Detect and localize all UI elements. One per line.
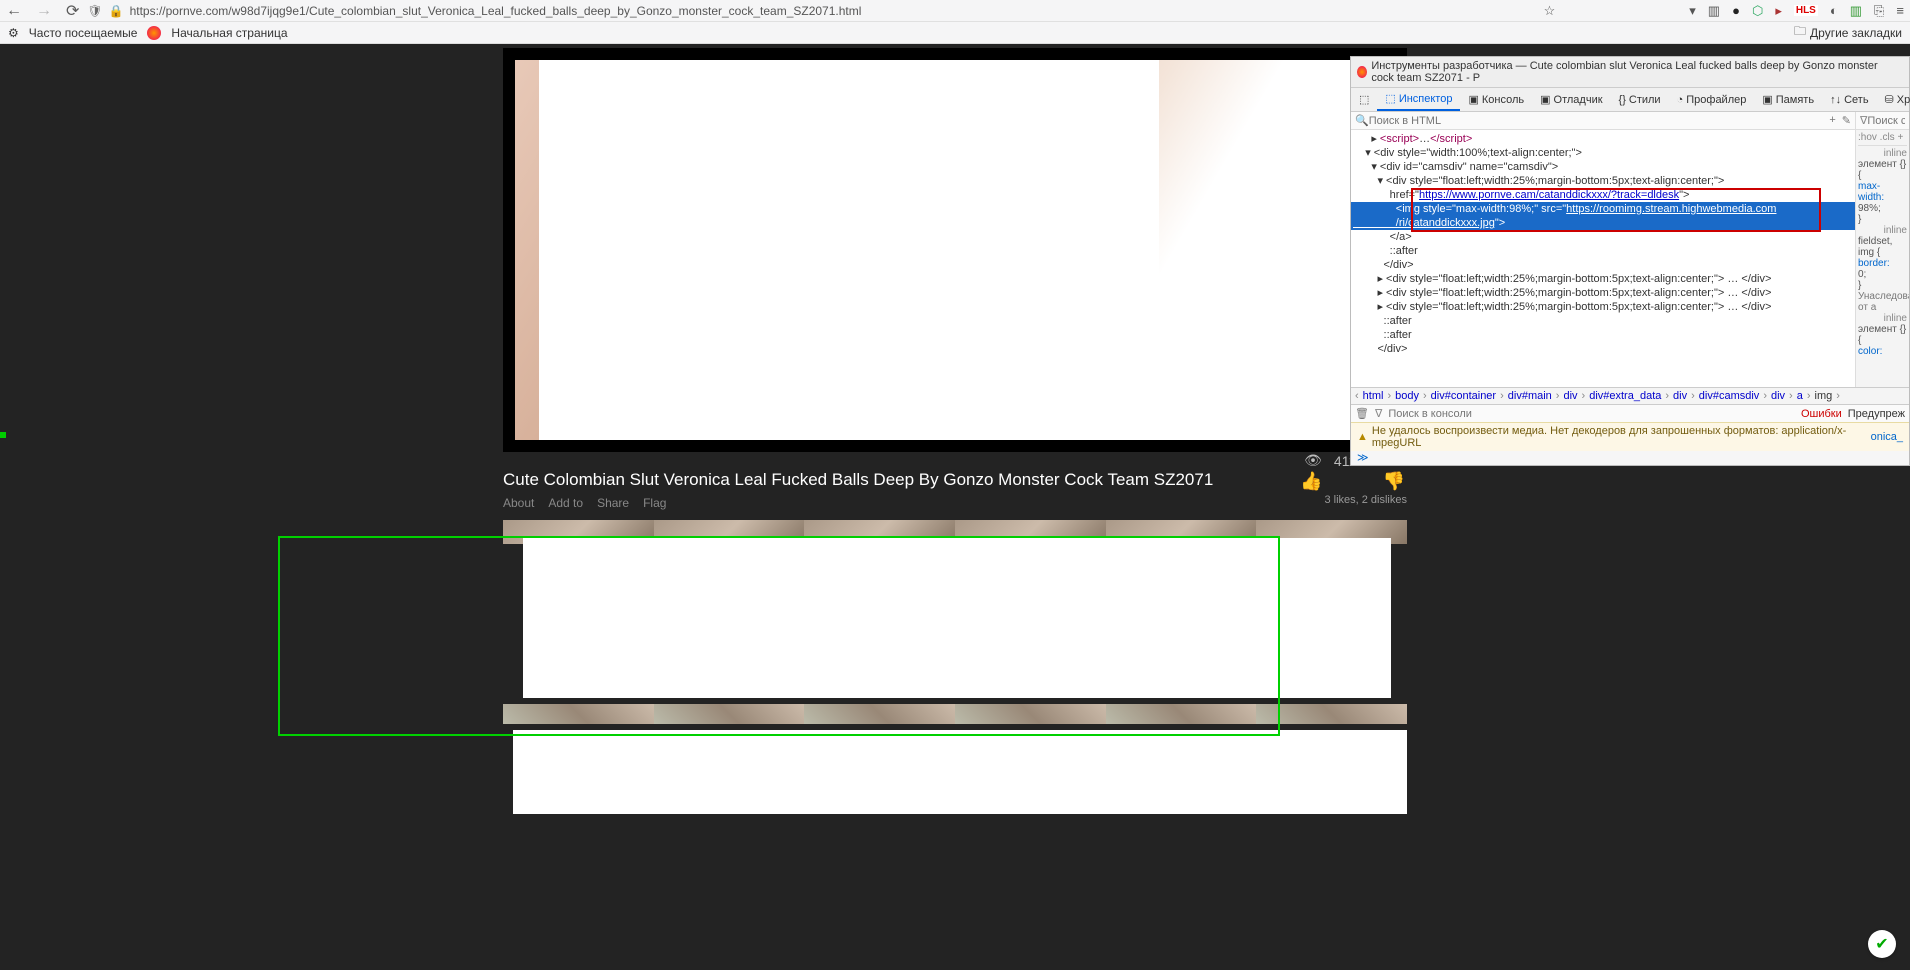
devtools-tabs: ⬚ ⬚ Инспектор ▣ Консоль ▣ Отладчик {} Ст… xyxy=(1351,88,1909,112)
shield-check-icon: ✔ xyxy=(1875,934,1888,954)
trash-icon[interactable]: 🗑 xyxy=(1355,407,1369,420)
devtools-title-text: Инструменты разработчика — Cute colombia… xyxy=(1371,60,1903,84)
tab-debugger[interactable]: ▣ Отладчик xyxy=(1532,89,1610,110)
dom-tree[interactable]: ▸ <script>…</script> ▾ <div style="width… xyxy=(1351,130,1855,387)
bookmarks-bar: ⚙ Часто посещаемые Начальная страница 🗀 … xyxy=(0,22,1910,44)
folder-icon: 🗀 xyxy=(1794,22,1806,43)
thumbs-up-icon[interactable]: 👍 xyxy=(1300,471,1322,492)
styles-filter-input[interactable] xyxy=(1867,115,1905,127)
link-share[interactable]: Share xyxy=(597,496,629,510)
console-prompt[interactable]: ≫ xyxy=(1351,451,1909,465)
bookmark-freq[interactable]: Часто посещаемые xyxy=(29,26,138,40)
ext5-icon[interactable]: ▥ xyxy=(1850,3,1862,19)
bookmark-start[interactable]: Начальная страница xyxy=(171,26,287,40)
ad-overlay-3[interactable] xyxy=(513,730,1407,814)
tab-styles[interactable]: {} Стили xyxy=(1611,90,1669,110)
console-filter-row: 🗑 ∇ Ошибки Предупреж xyxy=(1351,404,1909,422)
crumb-right-icon[interactable]: › xyxy=(1836,390,1840,402)
filter-icon: ∇ xyxy=(1375,407,1382,420)
eye-icon: 👁 xyxy=(1304,452,1322,469)
reload-icon[interactable]: ⟳ xyxy=(66,1,79,21)
tab-storage[interactable]: ⛁ Хранил xyxy=(1877,89,1910,110)
tab-profiler[interactable]: ◔ Профайлер xyxy=(1669,90,1755,110)
styles-pane[interactable]: :hov .cls + inline элемент {} { max- wid… xyxy=(1855,130,1909,387)
video-title: Cute Colombian Slut Veronica Leal Fucked… xyxy=(503,452,1213,494)
warning-text: Не удалось воспроизвести медиа. Нет деко… xyxy=(1372,425,1867,449)
html-search-input[interactable] xyxy=(1369,115,1830,127)
add-icon[interactable]: + xyxy=(1829,114,1835,127)
ext3-icon[interactable]: ▸ xyxy=(1775,3,1782,19)
gear-icon[interactable]: ⚙ xyxy=(8,26,19,40)
warning-source-link[interactable]: onica_ xyxy=(1871,431,1903,443)
hls-badge[interactable]: HLS xyxy=(1794,5,1818,16)
search-icon: 🔍 xyxy=(1355,114,1369,127)
console-warning: ▲ Не удалось воспроизвести медиа. Нет де… xyxy=(1351,422,1909,451)
devtools-panel: Инструменты разработчика — Cute colombia… xyxy=(1350,56,1910,466)
menu-icon[interactable]: ≡ xyxy=(1896,3,1904,18)
bookmark-other[interactable]: Другие закладки xyxy=(1810,26,1902,40)
firefox-icon xyxy=(1357,66,1367,78)
video-player-frame xyxy=(503,48,1407,452)
link-flag[interactable]: Flag xyxy=(643,496,666,510)
tab-network[interactable]: ↑↓ Сеть xyxy=(1822,90,1876,110)
filter-icon: ∇ xyxy=(1860,114,1867,127)
warnings-toggle[interactable]: Предупреж xyxy=(1848,408,1905,420)
adblock-badge[interactable]: ✔ xyxy=(1868,930,1896,958)
related-strip-2 xyxy=(503,704,1407,724)
errors-toggle[interactable]: Ошибки xyxy=(1801,408,1842,420)
back-icon[interactable]: ← xyxy=(6,2,22,20)
ext6-icon[interactable]: ⎘ xyxy=(1874,3,1884,19)
pocket-icon[interactable]: ▾ xyxy=(1689,3,1696,19)
likes-text: 3 likes, 2 dislikes xyxy=(1300,494,1407,506)
ad-overlay-1[interactable] xyxy=(539,60,1159,440)
ext2-icon[interactable]: ⬡ xyxy=(1752,3,1763,19)
firefox-icon xyxy=(147,26,161,40)
library-icon[interactable]: ▥ xyxy=(1708,3,1720,19)
styles-toggles[interactable]: :hov .cls + xyxy=(1858,132,1907,146)
pick-element-icon[interactable]: ⬚ xyxy=(1351,89,1377,110)
url-text[interactable]: https://pornve.com/w98d7ijqg9e1/Cute_col… xyxy=(130,4,862,18)
ext-icon[interactable]: ● xyxy=(1732,3,1740,18)
tab-console[interactable]: ▣ Консоль xyxy=(1460,89,1532,110)
ad-overlay-2[interactable] xyxy=(523,538,1391,698)
thumbs-down-icon[interactable]: 👎 xyxy=(1383,471,1405,492)
edit-icon[interactable]: ✎ xyxy=(1842,114,1851,127)
devtools-title-bar: Инструменты разработчика — Cute colombia… xyxy=(1351,57,1909,88)
warning-icon: ▲ xyxy=(1357,431,1368,443)
breadcrumb[interactable]: ‹ html› body› div#container› div#main› d… xyxy=(1351,387,1909,404)
shield-icon[interactable]: 🛡 xyxy=(87,4,102,18)
link-addto[interactable]: Add to xyxy=(548,496,583,510)
console-filter-input[interactable] xyxy=(1388,408,1795,420)
url-bar: ← → ⟳ 🛡 🔒 https://pornve.com/w98d7ijqg9e… xyxy=(0,0,1910,22)
tab-memory[interactable]: ▣ Память xyxy=(1754,89,1822,110)
crumb-left-icon[interactable]: ‹ xyxy=(1355,390,1359,402)
video-surface[interactable] xyxy=(515,60,1395,440)
lock-icon[interactable]: 🔒 xyxy=(109,4,124,18)
tab-inspector[interactable]: ⬚ Инспектор xyxy=(1377,88,1460,111)
highlight-marker xyxy=(0,432,6,438)
source-highlight-box xyxy=(1411,188,1821,232)
ext4-icon[interactable]: ◐ xyxy=(1830,3,1838,18)
bookmark-star-icon[interactable]: ☆ xyxy=(1544,3,1556,19)
link-about[interactable]: About xyxy=(503,496,534,510)
forward-icon[interactable]: → xyxy=(36,2,52,20)
